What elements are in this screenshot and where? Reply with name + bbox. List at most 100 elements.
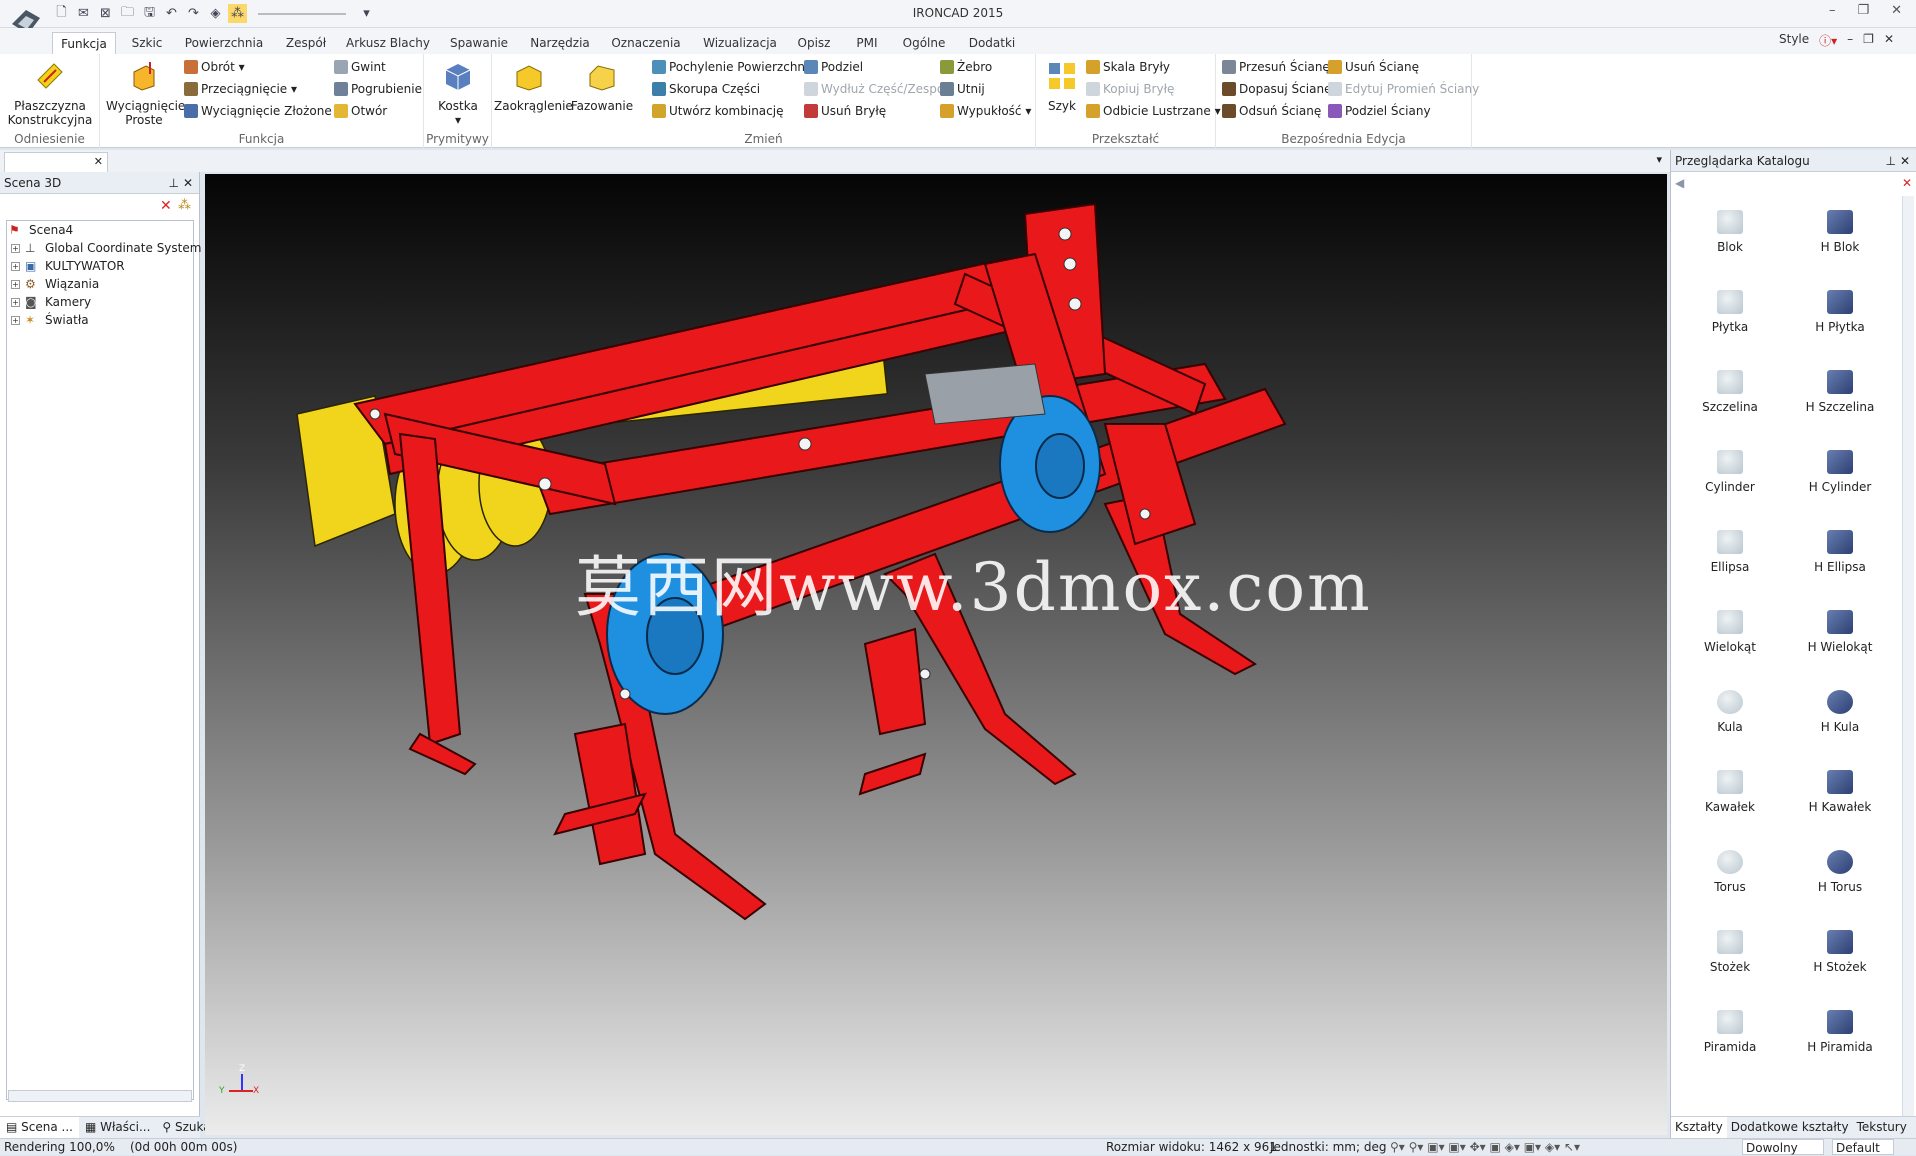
catalog-item[interactable]: Blok [1675,210,1785,254]
catalog-item[interactable]: Kawałek [1675,770,1785,814]
close-tab-icon[interactable]: ✕ [94,155,103,168]
panel-close-icon[interactable]: ✕ [183,172,193,194]
help-icon[interactable]: ⓘ▾ [1819,32,1837,49]
utnij-button[interactable]: Utnij [940,80,985,98]
minimize-icon[interactable]: – [1829,3,1836,18]
tree-hscrollbar[interactable] [8,1090,192,1102]
expand-icon[interactable]: + [11,262,20,271]
3d-viewport[interactable]: 莫西网www.3dmox.com Z Y X [205,174,1667,1135]
restore-icon[interactable]: ❐ [1857,3,1869,18]
obrot-button[interactable]: Obrót ▾ [184,58,245,76]
tab-wlasciwosci[interactable]: ▦ Właści... [79,1117,156,1138]
tab-scena[interactable]: ▤ Scena ... [0,1117,79,1138]
panel-close-icon[interactable]: ✕ [1900,150,1910,172]
usun-sciane-button[interactable]: Usuń Ścianę [1328,58,1419,76]
ribbon-minimize-icon[interactable]: – [1847,32,1853,49]
pin-icon[interactable]: ⊥ [169,172,179,194]
tab-wizualizacja[interactable]: Wizualizacja [700,32,780,54]
default-select[interactable]: Default [1832,1139,1894,1155]
tree-item-wiazania[interactable]: + ⚙ Wiązania [7,275,193,293]
tab-dodatkowe-ksztalty[interactable]: Dodatkowe kształty [1727,1117,1853,1138]
wypuklosc-button[interactable]: Wypukłość ▾ [940,102,1031,120]
selection-mode-select[interactable]: Dowolny [1742,1139,1824,1155]
tab-spawanie[interactable]: Spawanie [444,32,514,54]
expand-icon[interactable]: + [11,316,20,325]
catalog-item[interactable]: H Blok [1785,210,1895,254]
view-tools-icon[interactable]: ⚲▾ ⚲▾ ▣▾ ▣▾ ✥▾ ▣ ◈▾ ▣▾ ◈▾ ↖▾ [1390,1139,1580,1155]
delete-icon[interactable]: ✕ [160,198,172,214]
utworz-kombinacje-button[interactable]: Utwórz kombinację [652,102,783,120]
plaszczyzna-button[interactable]: Płaszczyzna Konstrukcyjna [4,60,96,127]
catalog-item[interactable]: H Stożek [1785,930,1895,974]
fazowanie-button[interactable]: Fazowanie [570,60,634,113]
close-icon[interactable]: ✕ [1891,3,1902,18]
tree-item-scene[interactable]: ⚑ Scena4 [7,221,193,239]
skala-bryly-button[interactable]: Skala Bryły [1086,58,1170,76]
expand-icon[interactable]: + [11,298,20,307]
catalog-item[interactable]: H Wielokąt [1785,610,1895,654]
catalog-item[interactable]: H Ellipsa [1785,530,1895,574]
tree-item-kultywator[interactable]: + ▣ KULTYWATOR [7,257,193,275]
catalog-item[interactable]: Kula [1675,690,1785,734]
tree-item-gcs[interactable]: + ⊥ Global Coordinate System [7,239,201,257]
catalog-item[interactable]: Cylinder [1675,450,1785,494]
catalog-item[interactable]: H Płytka [1785,290,1895,334]
tab-ksztalty[interactable]: Kształty [1671,1117,1727,1138]
catalog-item[interactable]: H Kawałek [1785,770,1895,814]
tab-oznaczenia[interactable]: Oznaczenia [606,32,686,54]
przeciagniecie-button[interactable]: Przeciągnięcie ▾ [184,80,297,98]
tab-narzedzia[interactable]: Narzędzia [528,32,592,54]
tab-ogolne[interactable]: Ogólne [896,32,952,54]
catalog-item[interactable]: H Cylinder [1785,450,1895,494]
zebro-button[interactable]: Żebro [940,58,992,76]
catalog-item[interactable]: Wielokąt [1675,610,1785,654]
odbicie-lustrzane-button[interactable]: Odbicie Lustrzane ▾ [1086,102,1221,120]
catalog-item[interactable]: Płytka [1675,290,1785,334]
catalog-item[interactable]: H Piramida [1785,1010,1895,1054]
tree-item-swiatla[interactable]: + ✶ Światła [7,311,193,329]
ribbon-close-icon[interactable]: ✕ [1884,32,1894,49]
odsun-sciane-button[interactable]: Odsuń Ścianę [1222,102,1321,120]
pochylenie-button[interactable]: Pochylenie Powierzchni [652,58,808,76]
wyciagniecie-zlozone-button[interactable]: Wyciągnięcie Złożone ▾ [184,102,342,120]
expand-icon[interactable]: + [11,280,20,289]
catalog-scrollbar[interactable] [1902,196,1914,1116]
gwint-button[interactable]: Gwint [334,58,386,76]
delete-icon[interactable]: ✕ [1902,176,1912,190]
skorupa-button[interactable]: Skorupa Części [652,80,760,98]
tree-options-icon[interactable]: ⁂ [178,198,191,213]
style-dropdown[interactable]: Style [1779,32,1809,49]
tab-funkcja[interactable]: Funkcja [52,32,116,54]
tab-dodatki[interactable]: Dodatki [962,32,1022,54]
tab-szkic[interactable]: Szkic [124,32,170,54]
dopasuj-sciane-button[interactable]: Dopasuj Ścianę [1222,80,1331,98]
ribbon-restore-icon[interactable]: ❐ [1863,32,1874,49]
tab-zespol[interactable]: Zespół [276,32,336,54]
podziel-button[interactable]: Podziel [804,58,863,76]
pin-icon[interactable]: ⊥ [1886,150,1896,172]
pogrubienie-button[interactable]: Pogrubienie [334,80,422,98]
przesun-sciane-button[interactable]: Przesuń Ścianę [1222,58,1330,76]
tab-powierzchnia[interactable]: Powierzchnia [182,32,266,54]
szyk-button[interactable]: Szyk [1040,60,1084,113]
document-tab[interactable]: ✕ [4,152,108,172]
doc-dropdown-icon[interactable]: ▾ [1656,153,1662,166]
otwor-button[interactable]: Otwór [334,102,387,120]
catalog-item[interactable]: Stożek [1675,930,1785,974]
tab-tekstury[interactable]: Tekstury [1853,1117,1911,1138]
tab-pmi[interactable]: PMI [848,32,886,54]
catalog-item[interactable]: H Kula [1785,690,1895,734]
catalog-item[interactable]: Piramida [1675,1010,1785,1054]
catalog-item[interactable]: H Torus [1785,850,1895,894]
usun-bryle-button[interactable]: Usuń Bryłę [804,102,886,120]
wyciagniecie-proste-button[interactable]: Wyciągnięcie Proste [106,60,185,127]
catalog-item[interactable]: Torus [1675,850,1785,894]
expand-icon[interactable]: + [11,244,20,253]
catalog-item[interactable]: Szczelina [1675,370,1785,414]
catalog-item[interactable]: Ellipsa [1675,530,1785,574]
tree-item-kamery[interactable]: + ◙ Kamery [7,293,193,311]
tab-arkusz-blachy[interactable]: Arkusz Blachy [346,32,430,54]
catalog-item[interactable]: H Szczelina [1785,370,1895,414]
kostka-button[interactable]: Kostka ▾ [428,60,488,127]
tab-opisz[interactable]: Opisz [790,32,838,54]
